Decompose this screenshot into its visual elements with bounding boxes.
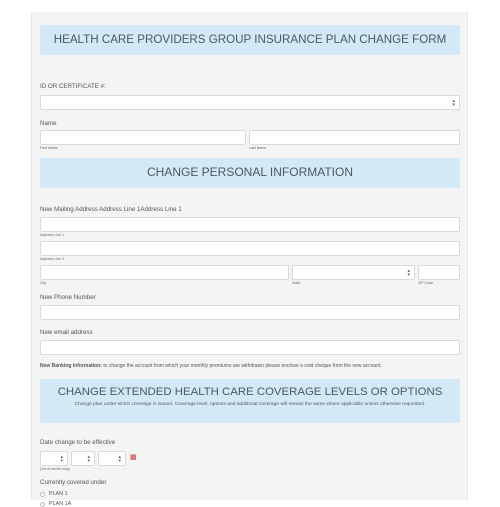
address-line2-label: Address Line 2 bbox=[40, 257, 64, 261]
banking-info-bold: New Banking Information: bbox=[40, 363, 102, 369]
year-select[interactable]: ▴ ▾ bbox=[98, 451, 126, 466]
id-label: ID OR CERTIFICATE #: bbox=[40, 83, 106, 90]
month-select[interactable]: ▴ ▾ bbox=[40, 451, 68, 466]
email-input[interactable] bbox=[40, 340, 460, 355]
calendar-icon[interactable]: ▦ bbox=[130, 453, 137, 461]
coverage-banner: CHANGE EXTENDED HEALTH CARE COVERAGE LEV… bbox=[40, 379, 460, 423]
plan-option[interactable]: PLAN 1A bbox=[40, 501, 71, 507]
plan-label: PLAN 1A bbox=[49, 501, 72, 507]
covered-under-label: Currently covered under bbox=[40, 479, 107, 486]
plan-option[interactable]: PLAN 1 bbox=[40, 491, 68, 497]
day-select[interactable]: ▴ ▾ bbox=[71, 451, 95, 466]
banking-info-text: New Banking Information: to change the a… bbox=[40, 363, 382, 369]
personal-info-heading: CHANGE PERSONAL INFORMATION bbox=[146, 165, 354, 179]
up-down-arrows-icon: ▴ ▾ bbox=[87, 454, 90, 464]
last-name-input[interactable] bbox=[249, 130, 460, 145]
state-label: State bbox=[292, 281, 301, 285]
form-title-banner: HEALTH CARE PROVIDERS GROUP INSURANCE PL… bbox=[40, 25, 460, 55]
first-name-input[interactable] bbox=[40, 130, 246, 145]
id-select[interactable]: ▴ ▾ bbox=[40, 95, 460, 110]
first-name-label: First Name bbox=[40, 146, 58, 150]
address-line1-input[interactable] bbox=[40, 217, 460, 232]
plan-label: PLAN 1 bbox=[49, 491, 68, 497]
form-title: HEALTH CARE PROVIDERS GROUP INSURANCE PL… bbox=[53, 33, 447, 46]
state-select[interactable]: ▴ ▾ bbox=[292, 265, 415, 280]
radio-button[interactable] bbox=[40, 501, 45, 507]
last-name-label: Last Name bbox=[249, 146, 267, 150]
form-page: HEALTH CARE PROVIDERS GROUP INSURANCE PL… bbox=[31, 12, 468, 507]
phone-label: New Phone Number bbox=[40, 294, 96, 301]
up-down-arrows-icon: ▴ ▾ bbox=[452, 98, 455, 108]
city-input[interactable] bbox=[40, 265, 289, 280]
date-effective-label: Date change to be effective bbox=[40, 439, 116, 446]
up-down-arrows-icon: ▴ ▾ bbox=[118, 454, 121, 464]
address-label: New Mailing Address Address Line 1Addres… bbox=[40, 206, 182, 213]
banking-info-desc: to change the account from which your mo… bbox=[101, 363, 382, 369]
personal-info-banner: CHANGE PERSONAL INFORMATION bbox=[40, 158, 460, 188]
city-label: City bbox=[40, 281, 47, 285]
phone-input[interactable] bbox=[40, 305, 460, 320]
address-line1-label: Address Line 1 bbox=[40, 233, 64, 237]
zip-label: ZIP Code bbox=[418, 281, 434, 285]
name-label: Name bbox=[40, 120, 57, 127]
zip-input[interactable] bbox=[418, 265, 460, 280]
email-label: New email address bbox=[40, 329, 93, 336]
coverage-subtext: Change plan under which coverage is issu… bbox=[74, 402, 426, 407]
up-down-arrows-icon: ▴ ▾ bbox=[407, 268, 410, 278]
up-down-arrows-icon: ▴ ▾ bbox=[60, 454, 63, 464]
date-hint: (1st of month only) bbox=[40, 467, 70, 471]
address-line2-input[interactable] bbox=[40, 241, 460, 256]
radio-button[interactable] bbox=[40, 491, 45, 497]
coverage-heading: CHANGE EXTENDED HEALTH CARE COVERAGE LEV… bbox=[57, 386, 443, 398]
